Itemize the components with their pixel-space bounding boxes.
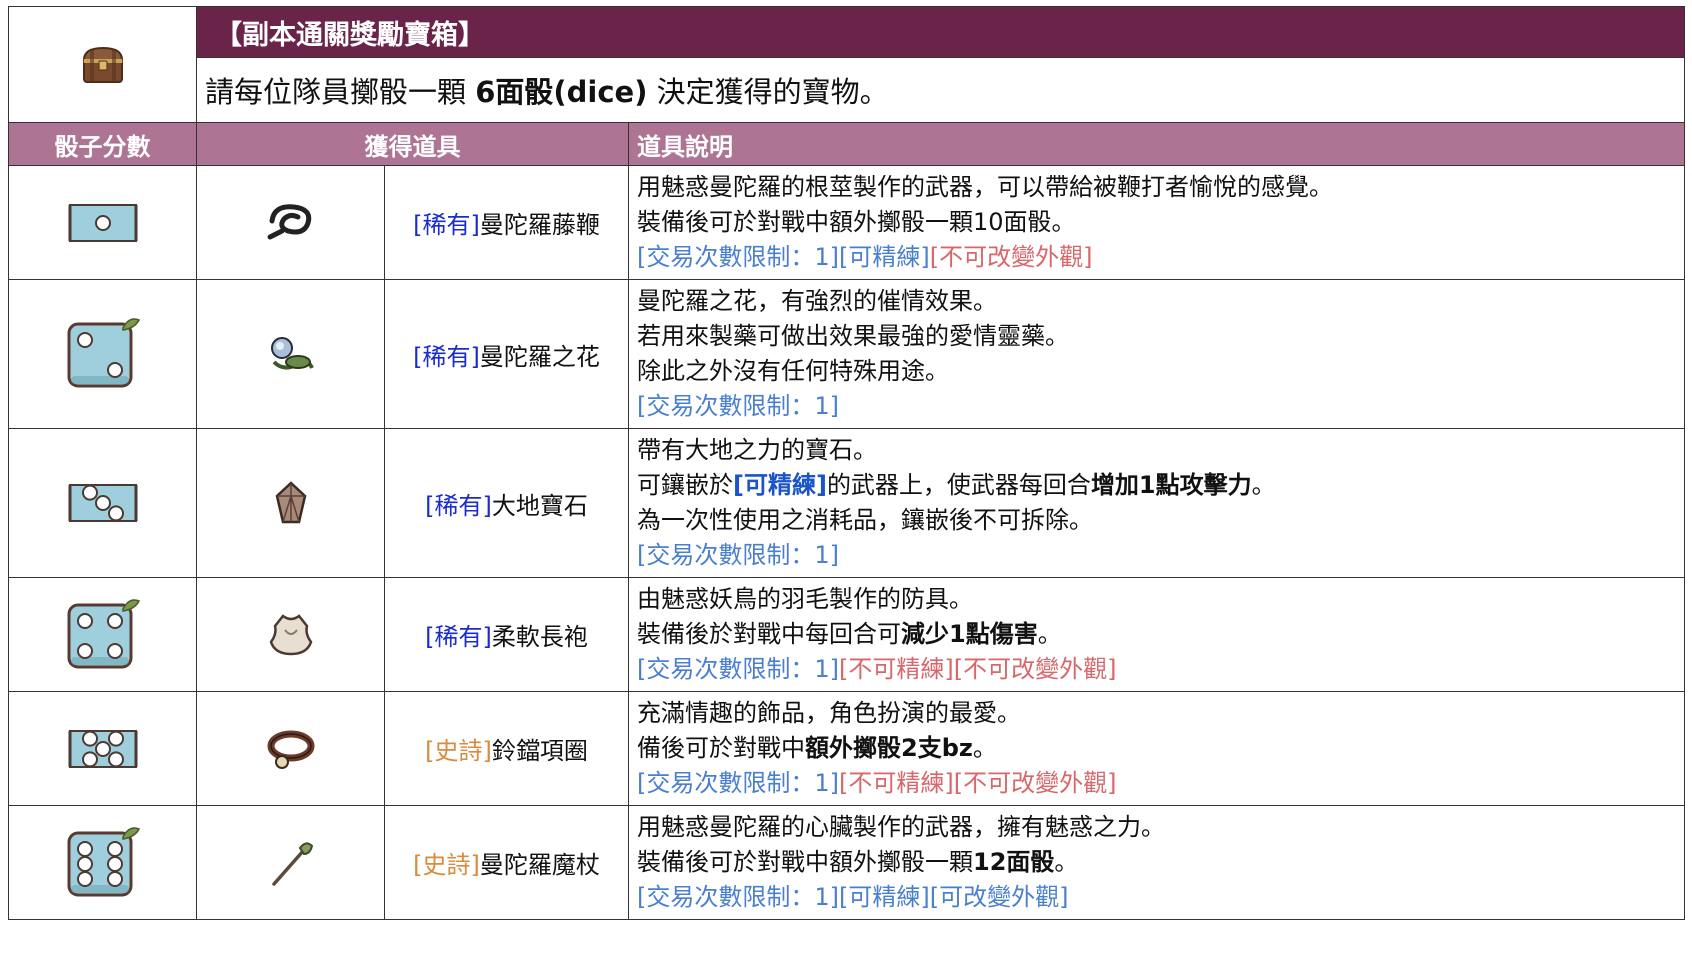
dice-score-cell: [8, 428, 197, 578]
item-name-cell: [稀有]曼陀羅藤鞭: [384, 165, 629, 280]
description-line: 可鑲嵌於[可精練]的武器上，使武器每回合增加1點攻擊力。: [637, 471, 1276, 499]
item-name-cell: [史詩]曼陀羅魔杖: [384, 805, 629, 920]
dice-face-2-icon: [63, 318, 143, 388]
header-description: 道具說明: [627, 122, 1686, 166]
item-name: 曼陀羅之花: [479, 342, 600, 371]
description-line: [交易次數限制：1][可精練][可改變外觀]: [637, 883, 1069, 911]
item-name-cell: [稀有]曼陀羅之花: [384, 279, 629, 429]
dice-type: 6面骰(dice): [475, 75, 648, 109]
table-row: [史詩]曼陀羅魔杖 用魅惑曼陀羅的心臟製作的武器，擁有魅惑之力。 裝備後可於對戰中額…: [8, 805, 1686, 920]
item-description-cell: 充滿情趣的飾品，角色扮演的最愛。 備後可於對戰中額外擲骰2支bz。 [交易次數限制：…: [627, 691, 1686, 806]
description-line: [交易次數限制：1][可精練][不可改變外觀]: [637, 243, 1093, 271]
description-line: [交易次數限制：1][不可精練][不可改變外觀]: [637, 769, 1117, 797]
item-name-cell: [稀有]柔軟長袍: [384, 577, 629, 692]
description-line: 若用來製藥可做出效果最強的愛情靈藥。: [637, 322, 1069, 350]
item-name: 曼陀羅藤鞭: [479, 211, 600, 239]
rarity-tag: [稀有]: [425, 491, 492, 520]
dice-face-5-icon: [68, 729, 138, 768]
reward-document: 【副本通關獎勵寶箱】 請每位隊員擲骰一顆 6面骰(dice) 決定獲得的寶物。 …: [0, 0, 1692, 968]
banner-instruction: 請每位隊員擲骰一顆 6面骰(dice) 決定獲得的寶物。: [195, 57, 1686, 123]
table-row: [稀有]曼陀羅藤鞭 用魅惑曼陀羅的根莖製作的武器，可以帶給被鞭打者愉悅的感覺。 裝備…: [8, 165, 1686, 280]
header-dice-score: 骰子分數: [8, 122, 197, 166]
item-description-cell: 曼陀羅之花，有強烈的催情效果。若用來製藥可做出效果最強的愛情靈藥。 除此之外沒有任…: [627, 279, 1686, 429]
item-description-cell: 用魅惑曼陀羅的根莖製作的武器，可以帶給被鞭打者愉悅的感覺。 裝備後可於對戰中額外擲…: [627, 165, 1686, 280]
description-line: 裝備後於對戰中每回合可減少1點傷害。: [637, 620, 1062, 648]
rarity-tag: [史詩]: [413, 851, 480, 879]
reward-table: 【副本通關獎勵寶箱】 請每位隊員擲骰一顆 6面骰(dice) 決定獲得的寶物。 …: [8, 6, 1686, 920]
dice-score-cell: [8, 805, 197, 920]
dice-score-cell: [8, 165, 197, 280]
description-line: 曼陀羅之花，有強烈的催情效果。: [637, 287, 997, 315]
item-icon-cell: [196, 279, 385, 429]
description-line: 帶有大地之力的寶石。: [637, 436, 877, 464]
rarity-tag: [稀有]: [425, 623, 492, 651]
dice-score-cell: [8, 691, 197, 806]
description-line: 充滿情趣的飾品，角色扮演的最愛。: [637, 699, 1021, 727]
header-item: 獲得道具: [196, 122, 629, 166]
item-name: 柔軟長袍: [491, 623, 588, 651]
description-line: [交易次數限制：1][不可精練][不可改變外觀]: [637, 655, 1117, 683]
dice-face-4-icon: [63, 598, 143, 668]
item-description-cell: 帶有大地之力的寶石。可鑲嵌於[可精練]的武器上，使武器每回合增加1點攻擊力。 為一…: [627, 428, 1686, 578]
table-row: [稀有]曼陀羅之花 曼陀羅之花，有強烈的催情效果。 若用來製藥可做出效果最強的愛情靈…: [8, 279, 1686, 429]
table-row: [稀有]大地寶石 帶有大地之力的寶石。 可鑲嵌於[可精練]的武器上，使武器每回合增加…: [8, 428, 1686, 578]
description-line: 由魅惑妖鳥的羽毛製作的防具。: [637, 585, 973, 613]
item-icon-cell: [196, 691, 385, 806]
header-row: 骰子分數 獲得道具 道具說明: [8, 122, 1686, 166]
rarity-tag: [稀有]: [413, 342, 480, 371]
item-icon-cell: [196, 805, 385, 920]
description-line: [交易次數限制：1]: [637, 392, 839, 420]
dice-face-6-icon: [63, 826, 143, 896]
banner-chest-cell: [8, 6, 197, 123]
item-icon-cell: [196, 165, 385, 280]
collar-icon: [266, 730, 316, 769]
description-line: [交易次數限制：1]: [637, 541, 839, 569]
item-description-cell: 用魅惑曼陀羅的心臟製作的武器，擁有魅惑之力。 裝備後可於對戰中額外擲骰一顆12面骰…: [627, 805, 1686, 920]
item-name: 曼陀羅魔杖: [479, 851, 600, 879]
table-row: [稀有]柔軟長袍 由魅惑妖鳥的羽毛製作的防具。 裝備後於對戰中每回合可減少1點傷害。…: [8, 577, 1686, 692]
item-description-cell: 由魅惑妖鳥的羽毛製作的防具。裝備後於對戰中每回合可減少1點傷害。 [交易次數限制：…: [627, 577, 1686, 692]
whip-icon: [264, 203, 318, 239]
rarity-tag: [史詩]: [425, 737, 492, 765]
description-line: 裝備後可於對戰中額外擲骰一顆12面骰。: [637, 848, 1079, 876]
robe-icon: [267, 613, 315, 655]
item-name: 鈴鐺項圈: [491, 737, 588, 765]
dice-score-cell: [8, 279, 197, 429]
dice-face-3-icon: [68, 484, 138, 522]
staff-icon: [266, 841, 316, 886]
description-line: 除此之外沒有任何特殊用途。: [637, 357, 949, 385]
treasure-chest-icon: [80, 46, 126, 83]
dice-face-1-icon: [68, 203, 138, 242]
item-icon-cell: [196, 428, 385, 578]
rarity-tag: [稀有]: [413, 211, 480, 239]
banner-title: 【副本通關獎勵寶箱】: [195, 6, 1686, 58]
item-name: 大地寶石: [491, 491, 588, 520]
flower-icon: [264, 337, 318, 370]
description-line: 用魅惑曼陀羅的心臟製作的武器，擁有魅惑之力。: [637, 813, 1165, 841]
description-line: 裝備後可於對戰中額外擲骰一顆10面骰。: [637, 208, 1076, 236]
description-line: 用魅惑曼陀羅的根莖製作的武器，可以帶給被鞭打者愉悅的感覺。: [637, 173, 1333, 201]
gem-icon: [271, 481, 311, 524]
item-icon-cell: [196, 577, 385, 692]
description-line: 為一次性使用之消耗品，鑲嵌後不可拆除。: [637, 506, 1093, 534]
description-line: 備後可於對戰中額外擲骰2支bz。: [637, 734, 997, 762]
dice-score-cell: [8, 577, 197, 692]
item-name-cell: [史詩]鈴鐺項圈: [384, 691, 629, 806]
item-name-cell: [稀有]大地寶石: [384, 428, 629, 578]
table-row: [史詩]鈴鐺項圈 充滿情趣的飾品，角色扮演的最愛。 備後可於對戰中額外擲骰2支bz。…: [8, 691, 1686, 806]
